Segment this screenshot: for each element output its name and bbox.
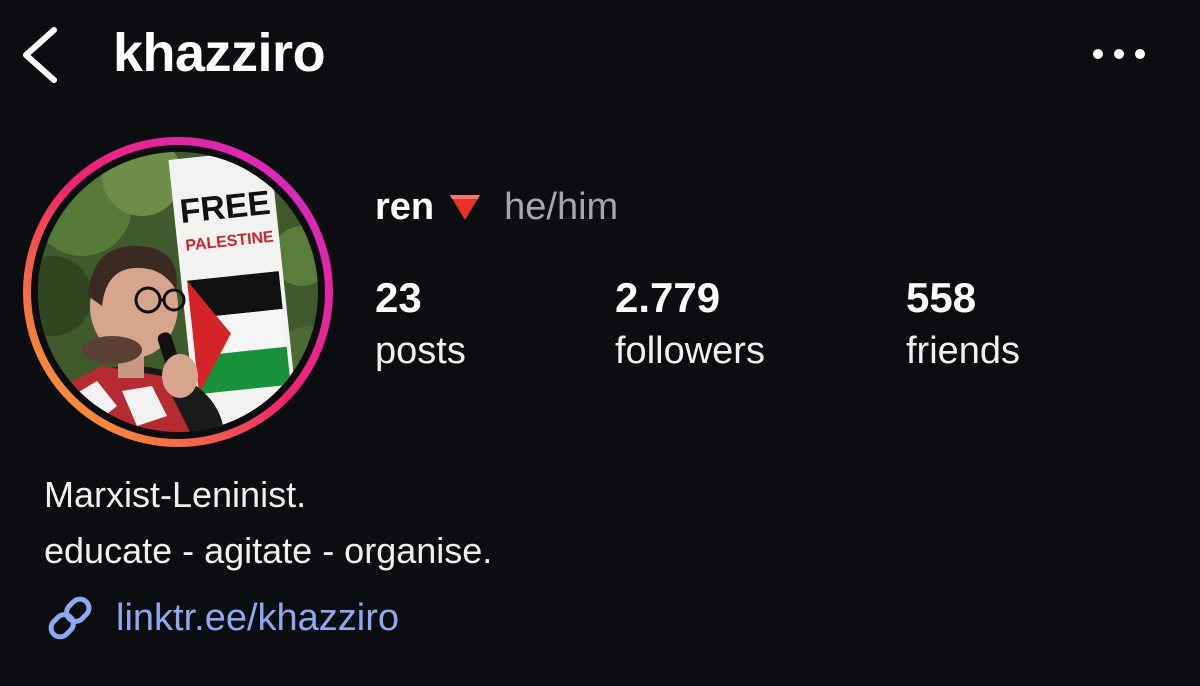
stat-label: followers bbox=[615, 330, 765, 372]
pronouns: he/him bbox=[504, 185, 619, 228]
red-triangle-down-icon bbox=[450, 195, 481, 220]
avatar-story-ring: FREE PALESTINE bbox=[23, 137, 333, 447]
more-options-button[interactable] bbox=[1088, 36, 1150, 72]
chevron-left-icon bbox=[23, 27, 57, 83]
stat-value: 558 bbox=[906, 274, 977, 321]
bio-line: Marxist-Leninist. bbox=[44, 474, 307, 515]
back-button[interactable] bbox=[18, 24, 64, 86]
link-text: linktr.ee/khazziro bbox=[116, 596, 400, 639]
profile-username: khazziro bbox=[113, 23, 326, 83]
stat-value: 2.779 bbox=[615, 274, 721, 321]
link-icon bbox=[48, 596, 92, 640]
stat-friends[interactable]: 558 friends bbox=[906, 272, 1020, 378]
stat-label: friends bbox=[906, 330, 1021, 372]
stat-label: posts bbox=[375, 330, 466, 372]
display-name: ren bbox=[375, 185, 435, 228]
stat-value: 23 bbox=[375, 274, 422, 321]
profile-link[interactable]: linktr.ee/khazziro bbox=[44, 590, 399, 646]
avatar[interactable]: FREE PALESTINE bbox=[22, 136, 334, 448]
stat-posts[interactable]: 23 posts bbox=[375, 272, 466, 378]
top-bar: khazziro bbox=[0, 0, 1200, 110]
bio: Marxist-Leninist. educate - agitate - or… bbox=[44, 467, 492, 579]
profile-screen: khazziro FREE PALESTINE ren he/him 23 po… bbox=[0, 0, 1200, 686]
stat-followers[interactable]: 2.779 followers bbox=[615, 272, 765, 378]
bio-line: educate - agitate - organise. bbox=[44, 530, 493, 571]
more-horizontal-icon bbox=[1093, 49, 1145, 59]
name-row: ren he/him bbox=[375, 182, 618, 232]
